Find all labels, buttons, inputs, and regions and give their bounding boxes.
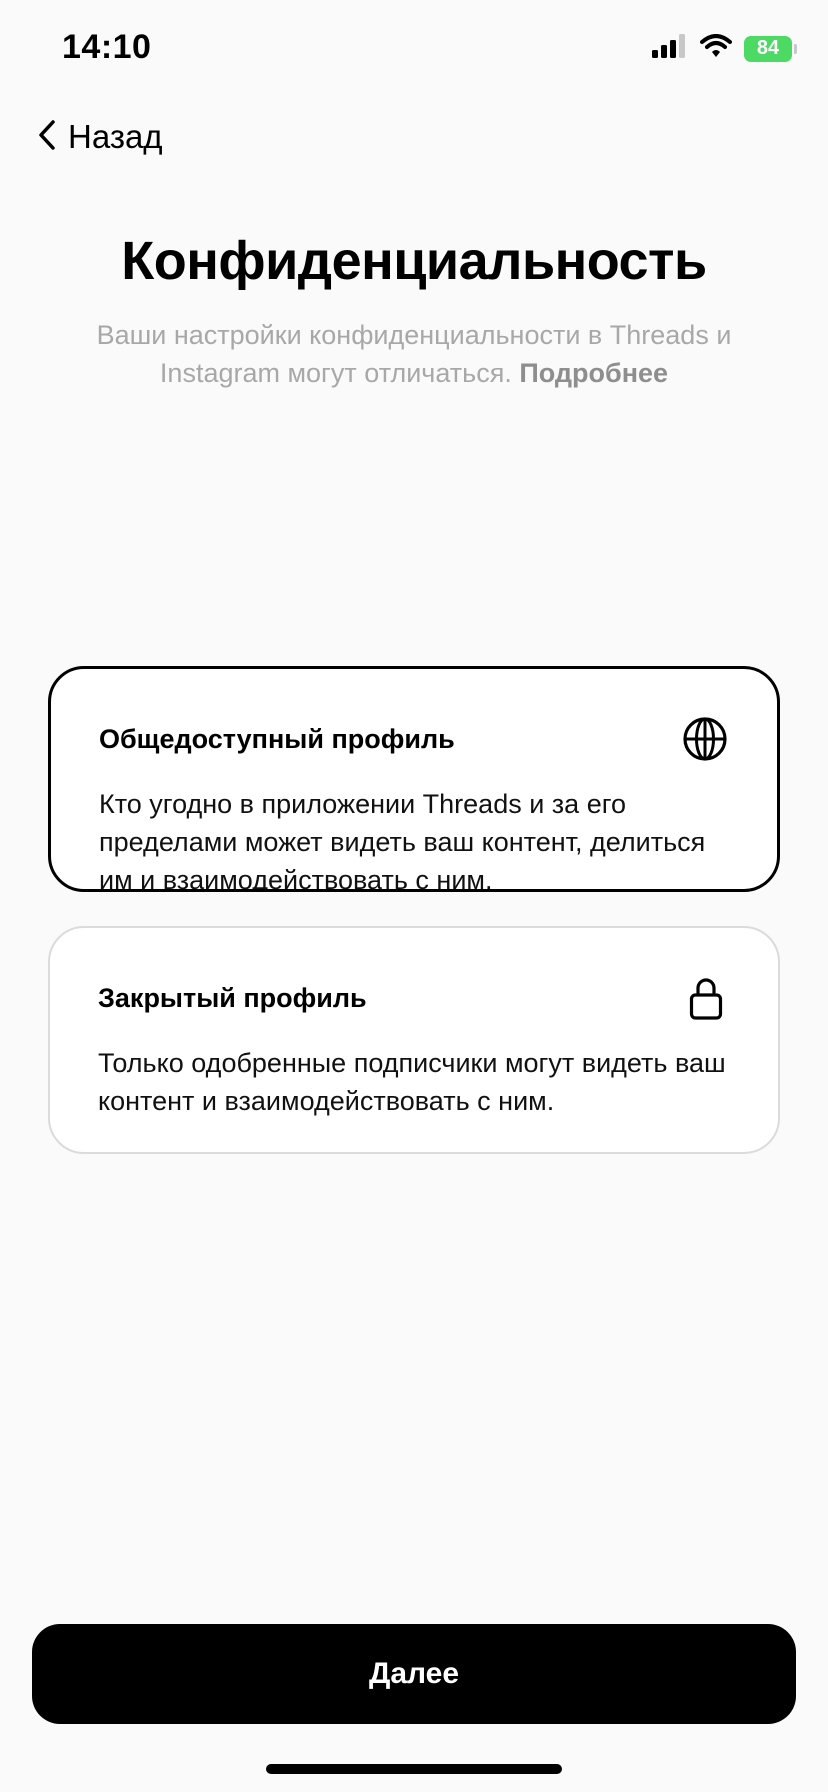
next-button[interactable]: Далее (32, 1624, 796, 1724)
private-profile-option[interactable]: Закрытый профиль Только одобренные подпи… (48, 926, 780, 1154)
next-button-label: Далее (368, 1657, 460, 1690)
wifi-icon (700, 34, 732, 63)
back-button[interactable]: Назад (38, 118, 163, 156)
lock-icon (682, 974, 730, 1022)
status-icons: 84 (652, 34, 797, 63)
private-profile-description: Только одобренные подписчики могут видет… (98, 1048, 726, 1116)
status-bar: 14:10 84 (0, 0, 828, 100)
cellular-signal-icon (652, 34, 688, 63)
chevron-left-icon (38, 119, 56, 156)
back-label: Назад (68, 118, 163, 155)
status-time: 14:10 (62, 28, 152, 66)
public-profile-title: Общедоступный профиль (99, 723, 455, 754)
public-profile-option[interactable]: Общедоступный профиль Кто угодно в прило… (48, 666, 780, 892)
page-subtitle: Ваши настройки конфиденциальности в Thre… (60, 316, 768, 392)
battery-level: 84 (756, 37, 780, 59)
private-profile-title: Закрытый профиль (98, 982, 367, 1013)
globe-icon (681, 715, 729, 763)
page-title: Конфиденциальность (121, 231, 707, 291)
public-profile-description: Кто угодно в приложении Threads и за его… (99, 789, 706, 892)
learn-more-link[interactable]: Подробнее (519, 358, 668, 388)
home-indicator (266, 1764, 562, 1774)
battery-indicator: 84 (744, 35, 797, 62)
